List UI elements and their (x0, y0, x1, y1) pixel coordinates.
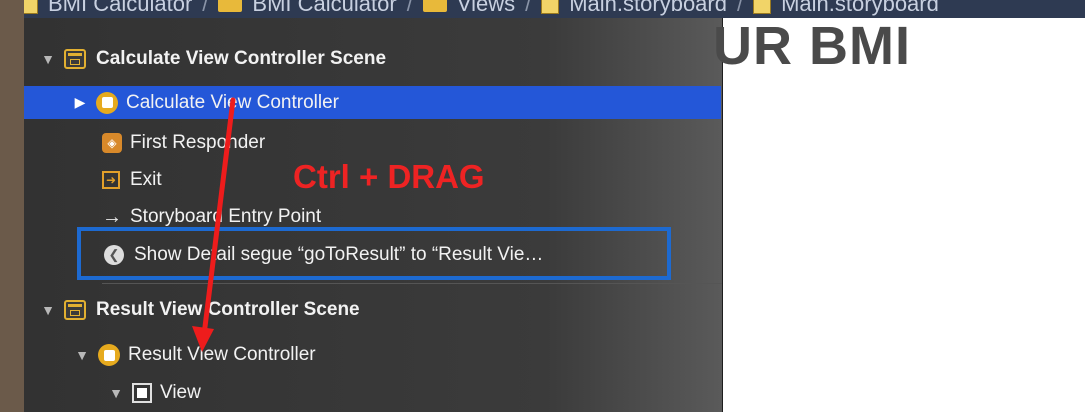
breadcrumb: BMI Calculator / BMI Calculator / Views … (24, 0, 1085, 18)
breadcrumb-separator: / (525, 0, 532, 16)
disclosure-triangle-icon[interactable]: ▼ (74, 347, 90, 363)
project-file-icon (24, 0, 38, 14)
outline-item-calculate-scene[interactable]: ▼ Calculate View Controller Scene (40, 42, 386, 76)
outline-item-label: View (160, 382, 201, 403)
exit-icon: ➜ (102, 171, 120, 189)
breadcrumb-item-views[interactable]: Views (457, 0, 515, 15)
storyboard-file-icon (753, 0, 772, 14)
canvas-title: UR BMI (713, 16, 911, 76)
breadcrumb-item-project[interactable]: BMI Calculator (48, 0, 192, 15)
view-controller-icon (96, 91, 118, 114)
disclosure-triangle-icon[interactable]: ▼ (40, 51, 56, 67)
view-icon (132, 383, 152, 403)
outline-item-label: First Responder (130, 132, 266, 153)
breadcrumb-separator: / (406, 0, 413, 16)
outline-item-label: Storyboard Entry Point (130, 206, 322, 227)
breadcrumb-item-storyboard[interactable]: Main.storyboard (569, 0, 727, 15)
divider (102, 283, 722, 284)
breadcrumb-item-storyboard-base[interactable]: Main.storyboard (781, 0, 939, 15)
folder-icon (218, 0, 243, 12)
scene-icon (64, 300, 86, 320)
highlight-box (77, 227, 671, 280)
outline-item-first-responder[interactable]: ◈ First Responder (102, 126, 265, 160)
outline-item-label: Result View Controller Scene (96, 299, 360, 320)
disclosure-triangle-icon[interactable]: ▼ (40, 302, 56, 318)
storyboard-canvas[interactable]: UR BMI (713, 16, 1085, 412)
outline-item-calculate-vc[interactable]: ▶ Calculate View Controller (24, 86, 721, 119)
first-responder-icon: ◈ (102, 133, 122, 153)
scene-icon (64, 49, 86, 69)
outline-item-label: Calculate View Controller Scene (96, 48, 387, 69)
outline-item-label: Exit (130, 169, 162, 190)
document-outline: ▼ Calculate View Controller Scene ▶ Calc… (24, 18, 723, 412)
annotation-text: Ctrl + DRAG (293, 158, 485, 195)
storyboard-file-icon (541, 0, 560, 14)
outline-item-result-scene[interactable]: ▼ Result View Controller Scene (40, 293, 360, 327)
view-controller-icon (98, 344, 120, 366)
breadcrumb-separator: / (202, 0, 209, 16)
disclosure-triangle-icon[interactable]: ▶ (72, 94, 88, 111)
outline-item-exit[interactable]: ➜ Exit (102, 163, 162, 197)
outline-item-result-vc[interactable]: ▼ Result View Controller (74, 338, 316, 372)
outline-item-label: Calculate View Controller (126, 91, 339, 113)
window-edge (0, 0, 24, 412)
entry-arrow-icon: → (102, 205, 122, 228)
breadcrumb-separator: / (736, 0, 744, 16)
breadcrumb-item-group[interactable]: BMI Calculator (252, 0, 396, 15)
outline-item-label: Result View Controller (128, 344, 316, 365)
disclosure-triangle-icon[interactable]: ▼ (108, 385, 124, 401)
folder-icon (422, 0, 447, 12)
outline-item-view[interactable]: ▼ View (108, 376, 201, 410)
